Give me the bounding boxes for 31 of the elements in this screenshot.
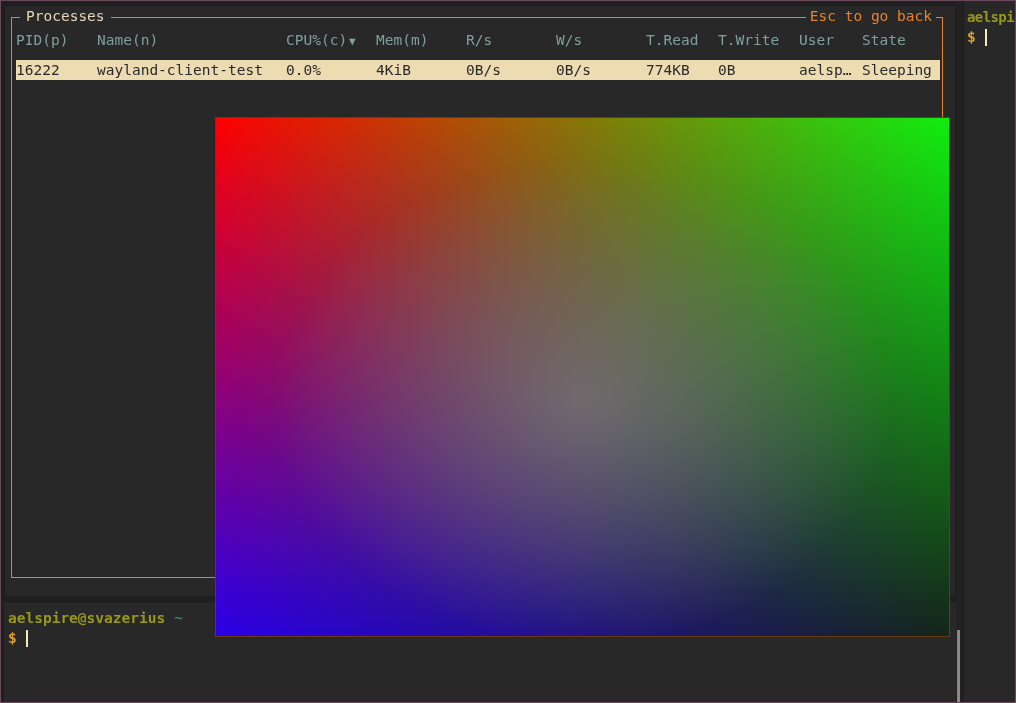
table-cell-text: 0B/s — [466, 62, 502, 78]
table-cell-text: aelsp… — [799, 62, 853, 78]
text-cursor — [25, 629, 28, 647]
table-cell-text: 4KiB — [376, 62, 412, 78]
column-header[interactable]: Mem(m) — [376, 32, 466, 48]
column-header[interactable]: T.Write — [718, 32, 799, 48]
table-cell-text: 0B — [718, 62, 737, 78]
prompt-user-host: aelspire@svazerius — [8, 610, 166, 626]
back-hint: Esc to go back — [805, 8, 936, 24]
process-row[interactable]: 16222 wayland-client-test 0.0% 4KiB 0B/s 0B/s 774KB 0B aelsp… Sleeping — [16, 60, 940, 80]
prompt-sign: $ — [967, 29, 976, 45]
text-cursor — [984, 28, 987, 46]
table-cell-text: wayland-client-test — [97, 62, 264, 78]
column-header[interactable]: W/s — [556, 32, 646, 48]
table-cell-text: Sleeping — [862, 62, 933, 78]
column-header[interactable]: PID(p) — [16, 32, 97, 48]
column-header[interactable]: User — [799, 32, 862, 48]
table-cell-text: 16222 — [16, 62, 61, 78]
table-cell-text: 774KB — [646, 62, 691, 78]
panel-title: Processes — [20, 8, 111, 24]
prompt-directory: ~ — [174, 610, 183, 626]
scrollbar[interactable] — [957, 630, 960, 702]
column-header[interactable]: R/s — [466, 32, 556, 48]
table-cell-text: 0B/s — [556, 62, 592, 78]
column-header[interactable]: CPU%(c)▼ — [286, 32, 376, 48]
column-header[interactable]: T.Read — [646, 32, 718, 48]
column-header[interactable]: Name(n) — [97, 32, 286, 48]
prompt-sign: $ — [8, 630, 17, 646]
table-cell-text: 0.0% — [286, 62, 322, 78]
column-header[interactable]: State — [862, 32, 934, 48]
prompt-user-host: aelspi — [967, 9, 1014, 25]
